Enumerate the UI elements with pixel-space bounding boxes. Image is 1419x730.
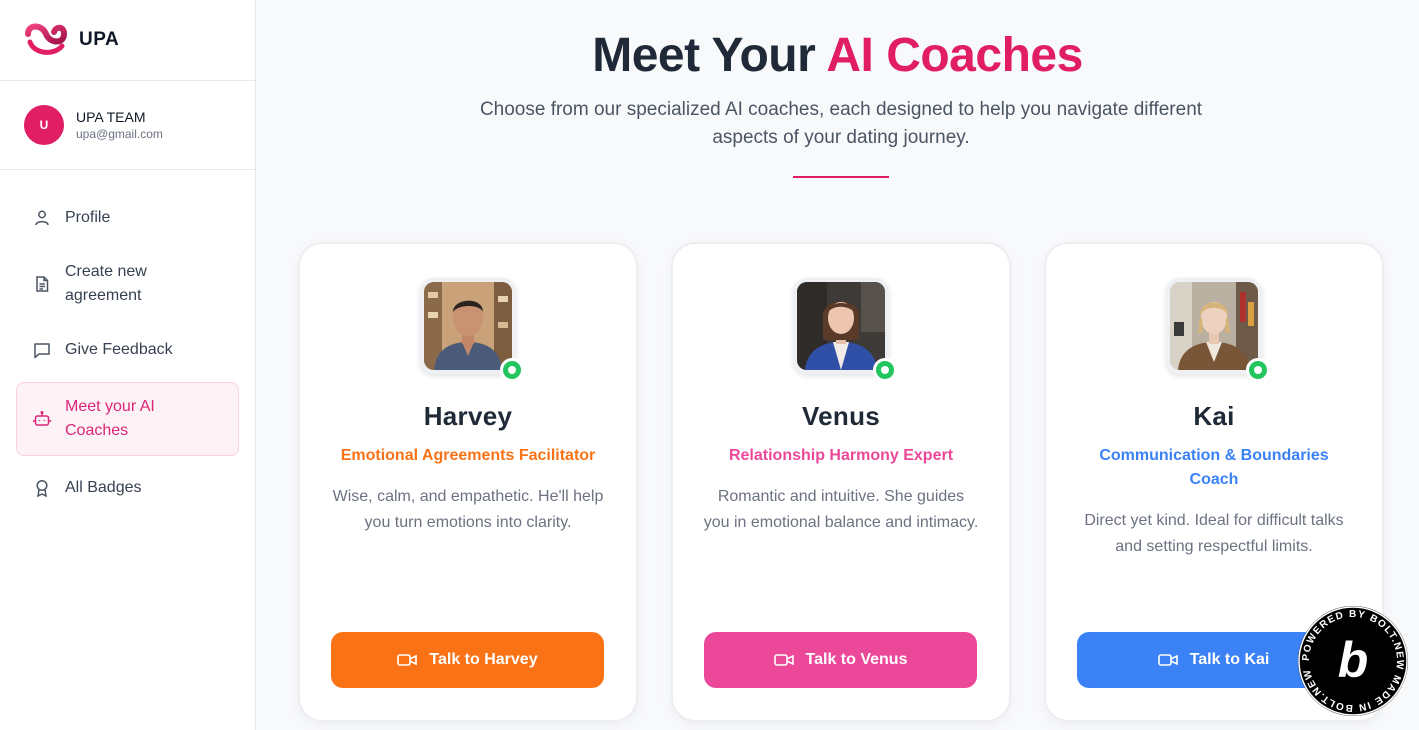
avatar: U <box>24 105 64 145</box>
upa-logo-icon <box>25 23 68 55</box>
video-camera-icon <box>397 652 418 668</box>
sidebar-item-ai-coaches[interactable]: Meet your AI Coaches <box>16 382 239 456</box>
bolt-logo-icon: POWERED BY BOLT.NEW MADE IN BOLT.NEW b <box>1298 606 1408 716</box>
sidebar-item-feedback[interactable]: Give Feedback <box>16 326 239 374</box>
sidebar-item-label: Give Feedback <box>65 341 173 358</box>
video-camera-icon <box>773 652 794 668</box>
coach-name: Kai <box>1193 401 1235 431</box>
sidebar-item-label: Meet your AI Coaches <box>65 398 155 439</box>
button-label: Talk to Kai <box>1189 651 1270 668</box>
svg-text:b: b <box>1338 632 1369 688</box>
coach-description: Direct yet kind. Ideal for difficult tal… <box>1084 512 1344 555</box>
coach-photo <box>793 278 889 374</box>
coach-card-venus: Venus Relationship Harmony Expert Romant… <box>671 242 1011 722</box>
user-name: UPA TEAM <box>76 109 146 125</box>
online-status-icon <box>1246 358 1270 382</box>
bolt-badge[interactable]: POWERED BY BOLT.NEW MADE IN BOLT.NEW b <box>1297 605 1409 717</box>
online-status-icon <box>873 358 897 382</box>
user-icon <box>33 209 51 227</box>
award-icon <box>33 479 51 497</box>
coach-role: Communication & Boundaries Coach <box>1099 447 1329 488</box>
coach-role: Relationship Harmony Expert <box>728 447 954 464</box>
user-profile: U UPA TEAM upa@gmail.com <box>0 81 255 170</box>
message-icon <box>33 341 51 359</box>
sidebar-item-badges[interactable]: All Badges <box>16 464 239 512</box>
coach-photo <box>420 278 516 374</box>
document-icon <box>33 275 51 293</box>
coach-name: Harvey <box>423 401 513 431</box>
sidebar: UPA U UPA TEAM upa@gmail.com Profile Cre… <box>0 0 256 730</box>
page-title: Meet Your AI Coaches <box>592 29 1083 82</box>
brand[interactable]: UPA <box>0 0 255 81</box>
video-camera-icon <box>1157 652 1178 668</box>
sidebar-nav: Profile Create new agreement Give Feedba… <box>0 170 255 528</box>
sidebar-item-profile[interactable]: Profile <box>16 194 239 242</box>
main-content: Meet Your AI Coaches Choose from our spe… <box>256 0 1419 730</box>
title-divider <box>793 176 889 178</box>
button-label: Talk to Harvey <box>429 651 538 668</box>
sidebar-item-create-agreement[interactable]: Create new agreement <box>16 250 239 318</box>
sidebar-item-label: All Badges <box>65 479 142 496</box>
sidebar-item-label: Create new agreement <box>65 263 147 304</box>
bot-icon <box>33 410 51 428</box>
coach-card-harvey: Harvey Emotional Agreements Facilitator … <box>298 242 638 722</box>
page-subtitle: Choose from our specialized AI coaches, … <box>479 99 1203 148</box>
coach-description: Romantic and intuitive. She guides you i… <box>703 488 979 531</box>
talk-to-venus-button[interactable]: Talk to Venus <box>704 632 977 688</box>
coach-photo <box>1166 278 1262 374</box>
user-email: upa@gmail.com <box>76 127 163 141</box>
brand-name: UPA <box>79 29 120 50</box>
sidebar-item-label: Profile <box>65 209 111 226</box>
coach-role: Emotional Agreements Facilitator <box>340 447 596 464</box>
coach-description: Wise, calm, and empathetic. He'll help y… <box>332 488 604 531</box>
button-label: Talk to Venus <box>805 651 908 668</box>
online-status-icon <box>500 358 524 382</box>
talk-to-harvey-button[interactable]: Talk to Harvey <box>331 632 604 688</box>
coach-name: Venus <box>801 401 881 431</box>
